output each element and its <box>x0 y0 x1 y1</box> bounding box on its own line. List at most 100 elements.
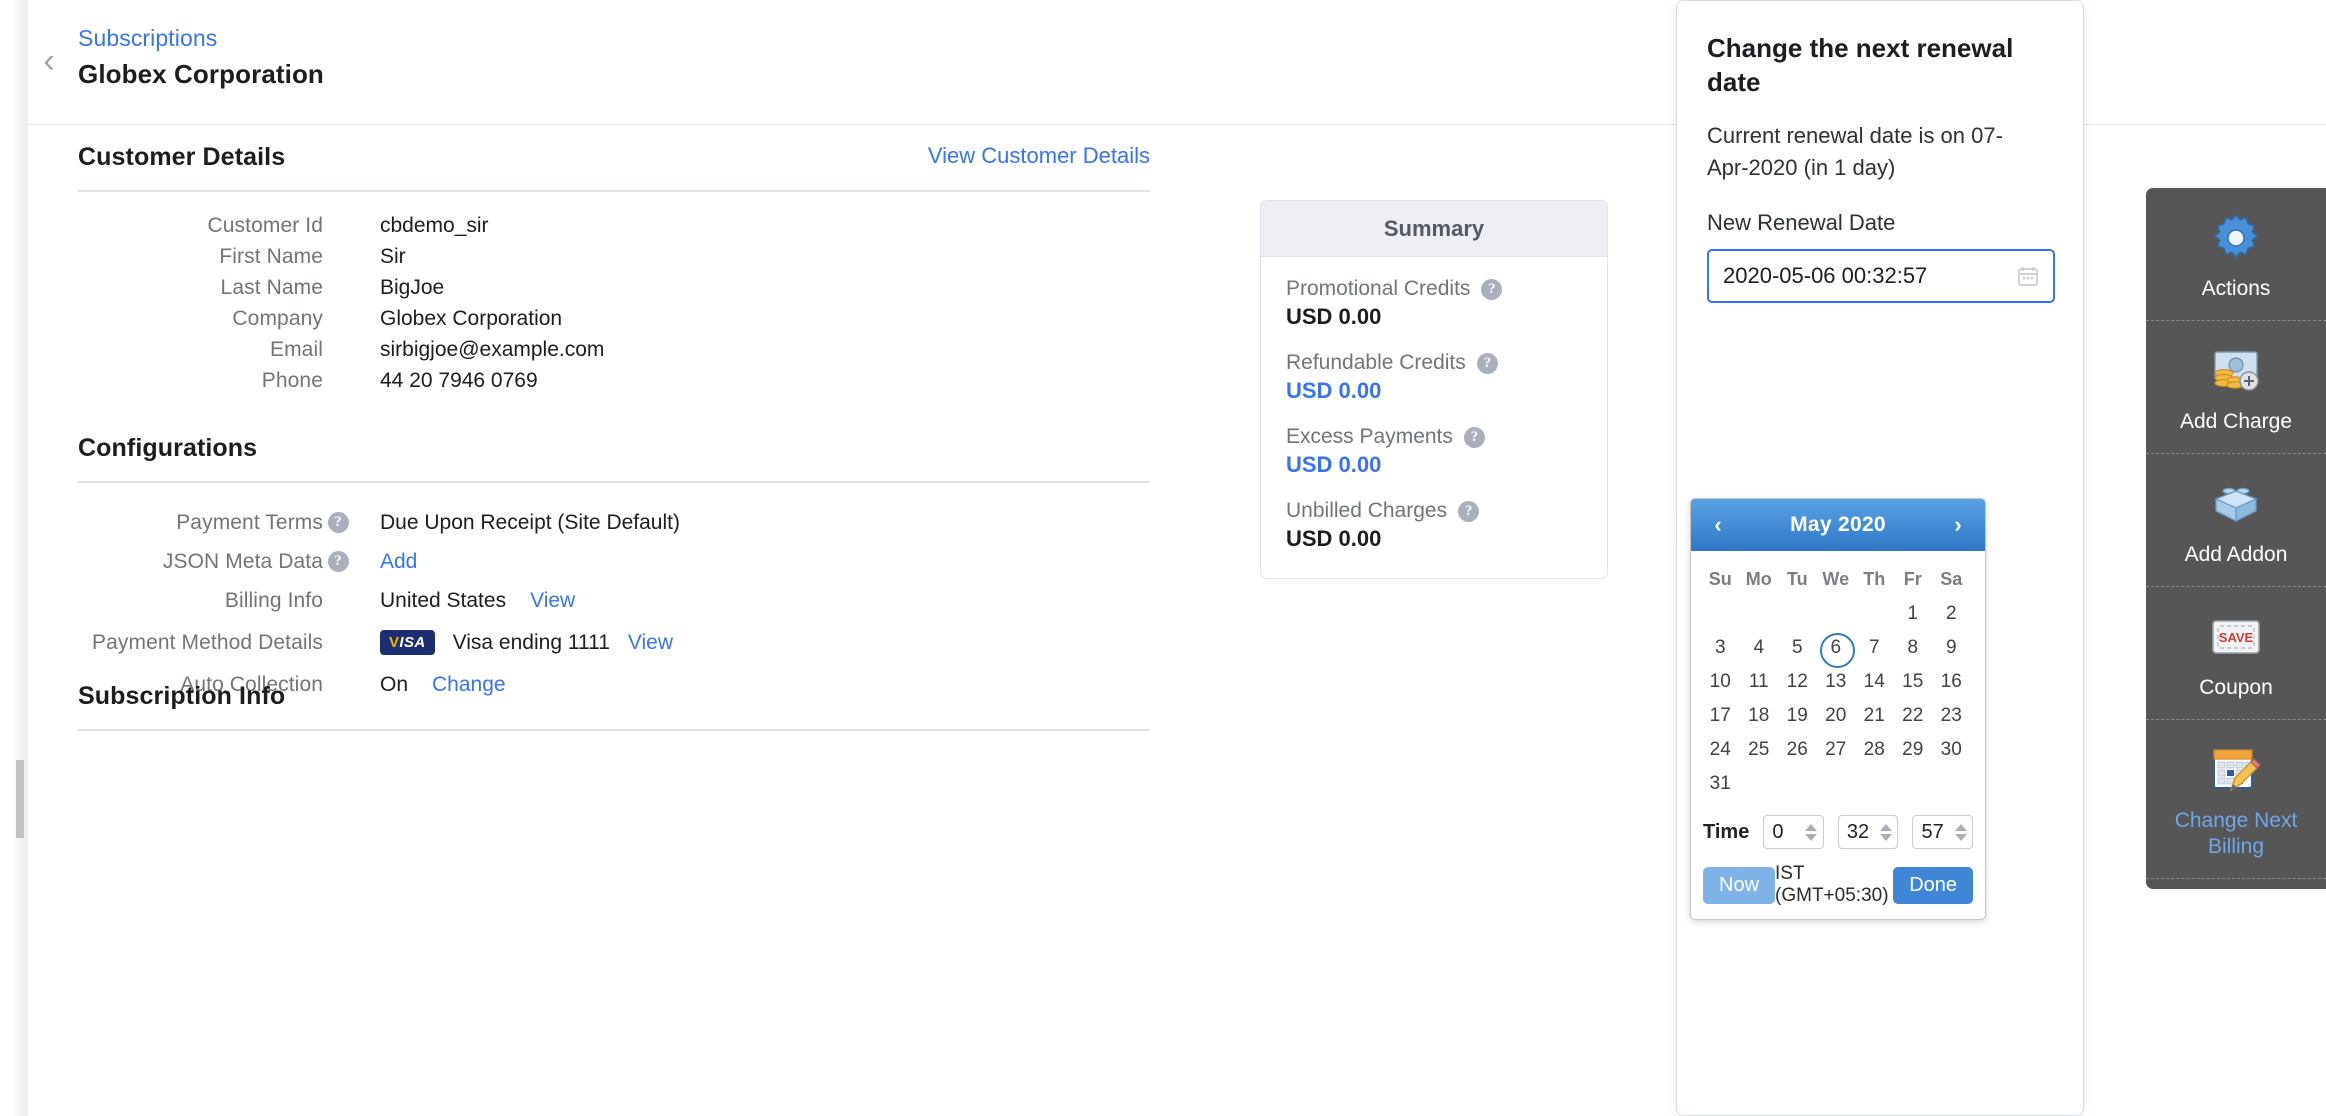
datepicker-day[interactable]: 3 <box>1701 631 1740 665</box>
table-row: Billing Info United States View <box>78 581 1150 620</box>
datepicker-days: 1 2 3 4 5 6 7 8 9 10 11 12 13 14 15 16 17 18 19 20 21 22 23 24 2… <box>1701 597 1975 801</box>
datepicker-day[interactable]: 18 <box>1740 699 1779 733</box>
datepicker-day[interactable]: 23 <box>1932 699 1971 733</box>
datepicker-grid: Su Mo Tu We Th Fr Sa 1 2 3 4 5 6 7 8 9 10 11 12 13 14 15 16 17… <box>1691 551 1985 807</box>
done-button[interactable]: Done <box>1893 866 1973 904</box>
datepicker-day[interactable]: 30 <box>1932 733 1971 767</box>
prev-month-icon[interactable]: ‹ <box>1703 510 1733 540</box>
summary-item-amount[interactable]: USD 0.00 <box>1286 378 1582 404</box>
payment-method-view-link[interactable]: View <box>628 631 673 655</box>
datepicker-day[interactable]: 11 <box>1740 665 1779 699</box>
page-scrollbar-track[interactable] <box>14 0 28 1116</box>
second-arrows[interactable] <box>1954 823 1972 841</box>
datepicker-day[interactable]: 19 <box>1778 699 1817 733</box>
help-icon[interactable]: ? <box>1476 352 1498 374</box>
payment-terms-help[interactable]: ? <box>323 512 353 533</box>
datepicker-day[interactable]: 4 <box>1740 631 1779 665</box>
summary-item-amount[interactable]: USD 0.00 <box>1286 452 1582 478</box>
chevron-up-icon[interactable] <box>1954 823 1967 831</box>
rail-item-actions[interactable]: Actions <box>2146 188 2326 321</box>
datepicker-day[interactable]: 1 <box>1894 597 1933 631</box>
json-meta-help[interactable]: ? <box>323 551 353 572</box>
datepicker-day[interactable]: 7 <box>1855 631 1894 665</box>
chevron-down-icon[interactable] <box>1879 833 1892 841</box>
chevron-up-icon[interactable] <box>1879 823 1892 831</box>
customer-details-rows: Customer Id cbdemo_sir First Name Sir La… <box>78 210 1150 396</box>
hour-arrows[interactable] <box>1805 823 1823 841</box>
datepicker-day[interactable]: 10 <box>1701 665 1740 699</box>
chevron-down-icon[interactable] <box>1805 833 1818 841</box>
page-scrollbar-thumb[interactable] <box>16 760 24 838</box>
datepicker-day[interactable]: 24 <box>1701 733 1740 767</box>
datepicker-day[interactable]: 28 <box>1855 733 1894 767</box>
datepicker-day[interactable]: 5 <box>1778 631 1817 665</box>
next-month-icon[interactable]: › <box>1943 510 1973 540</box>
datepicker-dow: Th <box>1863 568 1886 589</box>
row-label: Billing Info <box>224 588 323 612</box>
summary-item-label: Refundable Credits <box>1286 351 1466 374</box>
help-icon[interactable]: ? <box>327 551 349 572</box>
datepicker-day[interactable]: 13 <box>1817 665 1856 699</box>
datepicker-day[interactable]: 16 <box>1932 665 1971 699</box>
chevron-up-icon[interactable] <box>1805 823 1818 831</box>
datepicker-time-row: Time 0 32 57 <box>1691 807 1985 859</box>
back-chevron-icon[interactable]: ‹ <box>28 40 70 82</box>
datepicker-dow-row: Su Mo Tu We Th Fr Sa <box>1701 561 1975 597</box>
row-label: Email <box>269 337 323 361</box>
calendar-icon[interactable] <box>2017 265 2039 287</box>
row-label: Customer Id <box>207 213 323 237</box>
datepicker-day[interactable]: 12 <box>1778 665 1817 699</box>
datepicker-week-row: 3456789 <box>1701 631 1975 668</box>
rail-item-change-next-billing[interactable]: Change Next Billing <box>2146 720 2326 879</box>
row-label: JSON Meta Data <box>162 549 323 573</box>
datepicker-day[interactable]: 31 <box>1701 767 1740 801</box>
datepicker-day[interactable]: 21 <box>1855 699 1894 733</box>
help-icon[interactable]: ? <box>327 512 349 533</box>
datepicker-day[interactable]: 2 <box>1932 597 1971 631</box>
list-item: Refundable Credits ? USD 0.00 <box>1286 351 1582 404</box>
new-renewal-date-input[interactable]: 2020-05-06 00:32:57 <box>1707 249 2055 303</box>
datepicker-day[interactable]: 20 <box>1817 699 1856 733</box>
datepicker-day[interactable]: 27 <box>1817 733 1856 767</box>
chevron-down-icon[interactable] <box>1954 833 1967 841</box>
datepicker-day[interactable]: 15 <box>1894 665 1933 699</box>
datepicker-week-row: 12 <box>1701 597 1975 631</box>
rail-item-coupon[interactable]: SAVE Coupon <box>2146 587 2326 720</box>
datepicker-day[interactable]: 29 <box>1894 733 1933 767</box>
datepicker-day[interactable]: 9 <box>1932 631 1971 665</box>
second-stepper[interactable]: 57 <box>1912 815 1974 849</box>
money-charge-icon <box>2152 343 2320 399</box>
datepicker-day-selected[interactable]: 6 <box>1817 631 1856 668</box>
rail-item-add-charge[interactable]: Add Charge <box>2146 321 2326 454</box>
json-meta-add-link[interactable]: Add <box>380 550 417 574</box>
minute-stepper[interactable]: 32 <box>1837 815 1899 849</box>
table-row: Customer Id cbdemo_sir <box>78 210 1150 241</box>
datepicker-day[interactable]: 14 <box>1855 665 1894 699</box>
rail-item-add-addon[interactable]: Add Addon <box>2146 454 2326 587</box>
datepicker-empty-cell <box>1740 767 1779 801</box>
billing-info-view-link[interactable]: View <box>530 589 575 613</box>
section-divider <box>78 481 1150 483</box>
minute-arrows[interactable] <box>1879 823 1897 841</box>
datepicker-week-row: 24 25 26 27 28 29 30 <box>1701 733 1975 767</box>
now-button[interactable]: Now <box>1703 866 1776 904</box>
view-customer-details-link[interactable]: View Customer Details <box>78 143 1150 169</box>
datepicker-day[interactable]: 25 <box>1740 733 1779 767</box>
hour-stepper[interactable]: 0 <box>1763 815 1824 849</box>
subscription-info-section: Subscription Info <box>78 682 1150 731</box>
datepicker-day[interactable]: 22 <box>1894 699 1933 733</box>
datepicker-day[interactable]: 8 <box>1894 631 1933 665</box>
summary-item-label-row: Refundable Credits ? <box>1286 351 1582 375</box>
help-icon[interactable]: ? <box>1481 278 1503 300</box>
datepicker-dow: Su <box>1708 568 1732 589</box>
datepicker-day[interactable]: 17 <box>1701 699 1740 733</box>
datepicker-day[interactable]: 26 <box>1778 733 1817 767</box>
summary-card: Summary Promotional Credits ? USD 0.00 R… <box>1260 200 1608 579</box>
calendar-edit-icon <box>2152 742 2320 798</box>
table-row: Payment Method Details VISA Visa ending … <box>78 620 1150 665</box>
help-icon[interactable]: ? <box>1458 500 1480 522</box>
summary-item-amount: USD 0.00 <box>1286 304 1382 329</box>
help-icon[interactable]: ? <box>1463 426 1485 448</box>
section-divider <box>78 190 1150 192</box>
breadcrumb-parent-link[interactable]: Subscriptions <box>78 24 217 52</box>
